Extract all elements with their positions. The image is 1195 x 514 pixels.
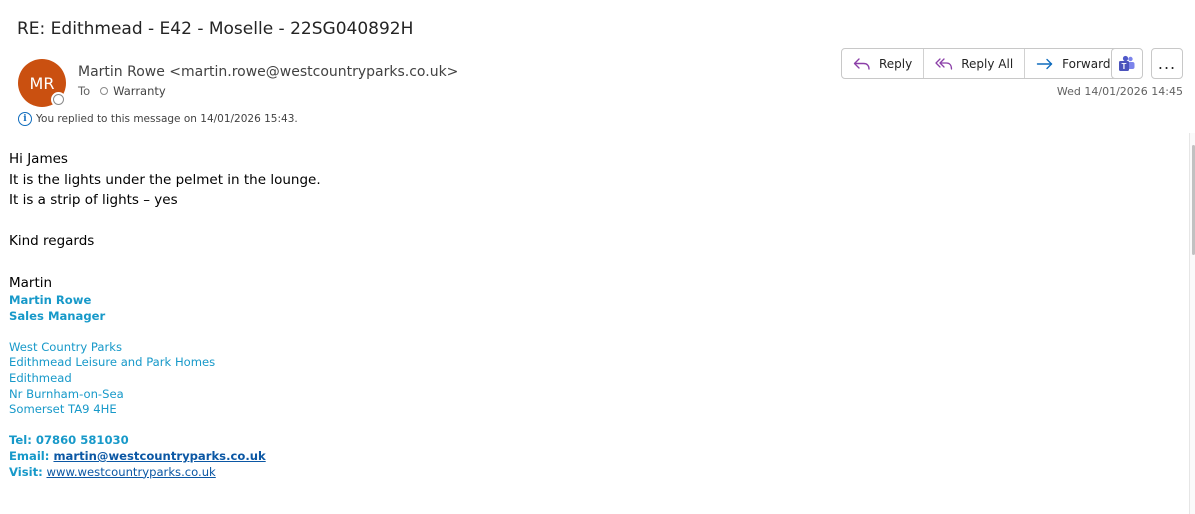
signature-address-line: Edithmead Leisure and Park Homes	[9, 355, 216, 370]
recipient-line: To Warranty	[78, 84, 166, 98]
signature-address-line: Somerset TA9 4HE	[9, 402, 117, 417]
signature-email-row: Email: martin@westcountryparks.co.uk	[9, 449, 266, 465]
replied-notice-text: You replied to this message on 14/01/202…	[36, 113, 298, 125]
signature-visit-label: Visit:	[9, 464, 43, 479]
info-icon: i	[18, 112, 32, 126]
forward-icon	[1036, 58, 1053, 69]
signature-tel: Tel: 07860 581030	[9, 433, 129, 448]
email-subject: RE: Edithmead - E42 - Moselle - 22SG0408…	[17, 19, 414, 39]
message-date: Wed 14/01/2026 14:45	[1056, 85, 1183, 98]
body-signoff: Martin	[9, 274, 53, 291]
signature-address-line: Edithmead	[9, 370, 72, 385]
signature-address-line: West Country Parks	[9, 339, 123, 354]
recipient-name[interactable]: Warranty	[113, 84, 166, 98]
more-icon: ...	[1157, 54, 1177, 73]
signature-blank	[9, 324, 266, 340]
forward-label: Forward	[1062, 56, 1111, 71]
message-body: Hi James It is the lights under the pelm…	[9, 149, 321, 293]
teams-icon: T	[1119, 55, 1135, 71]
body-closing: Kind regards	[9, 233, 95, 250]
reply-button[interactable]: Reply	[842, 49, 925, 78]
svg-text:T: T	[1122, 62, 1127, 71]
reply-all-label: Reply All	[961, 56, 1014, 71]
signature-title: Sales Manager	[9, 308, 106, 323]
signature-email-link[interactable]: martin@westcountryparks.co.uk	[53, 449, 265, 463]
to-label: To	[78, 84, 91, 98]
reply-label: Reply	[879, 56, 913, 71]
body-blank	[9, 252, 321, 273]
signature-address-line: Nr Burnham-on-Sea	[9, 386, 124, 401]
signature-blank	[9, 418, 266, 434]
reply-all-icon	[935, 57, 953, 70]
sender-name[interactable]: Martin Rowe <martin.rowe@westcountrypark…	[78, 64, 458, 80]
more-options-button[interactable]: ...	[1151, 48, 1183, 79]
body-greeting: Hi James	[9, 151, 68, 167]
teams-button[interactable]: T	[1111, 48, 1143, 79]
replied-notice: i You replied to this message on 14/01/2…	[18, 112, 298, 126]
avatar-initials: MR	[29, 73, 55, 93]
message-actions: Reply Reply All Forward	[841, 48, 1123, 79]
body-blank	[9, 211, 321, 232]
signature-name: Martin Rowe	[9, 293, 92, 307]
presence-status-icon	[53, 94, 64, 105]
signature-visit-row: Visit: www.westcountryparks.co.uk	[9, 465, 266, 481]
signature-email-label: Email:	[9, 448, 50, 463]
body-line-2: It is a strip of lights – yes	[9, 192, 178, 209]
reply-icon	[853, 57, 870, 70]
email-signature: Martin Rowe Sales Manager West Country P…	[9, 293, 266, 480]
recipient-status-icon	[100, 87, 109, 95]
body-line-1: It is the lights under the pelmet in the…	[9, 171, 321, 188]
signature-visit-link[interactable]: www.westcountryparks.co.uk	[46, 465, 215, 479]
forward-button[interactable]: Forward	[1025, 49, 1121, 78]
reply-all-button[interactable]: Reply All	[924, 49, 1026, 78]
